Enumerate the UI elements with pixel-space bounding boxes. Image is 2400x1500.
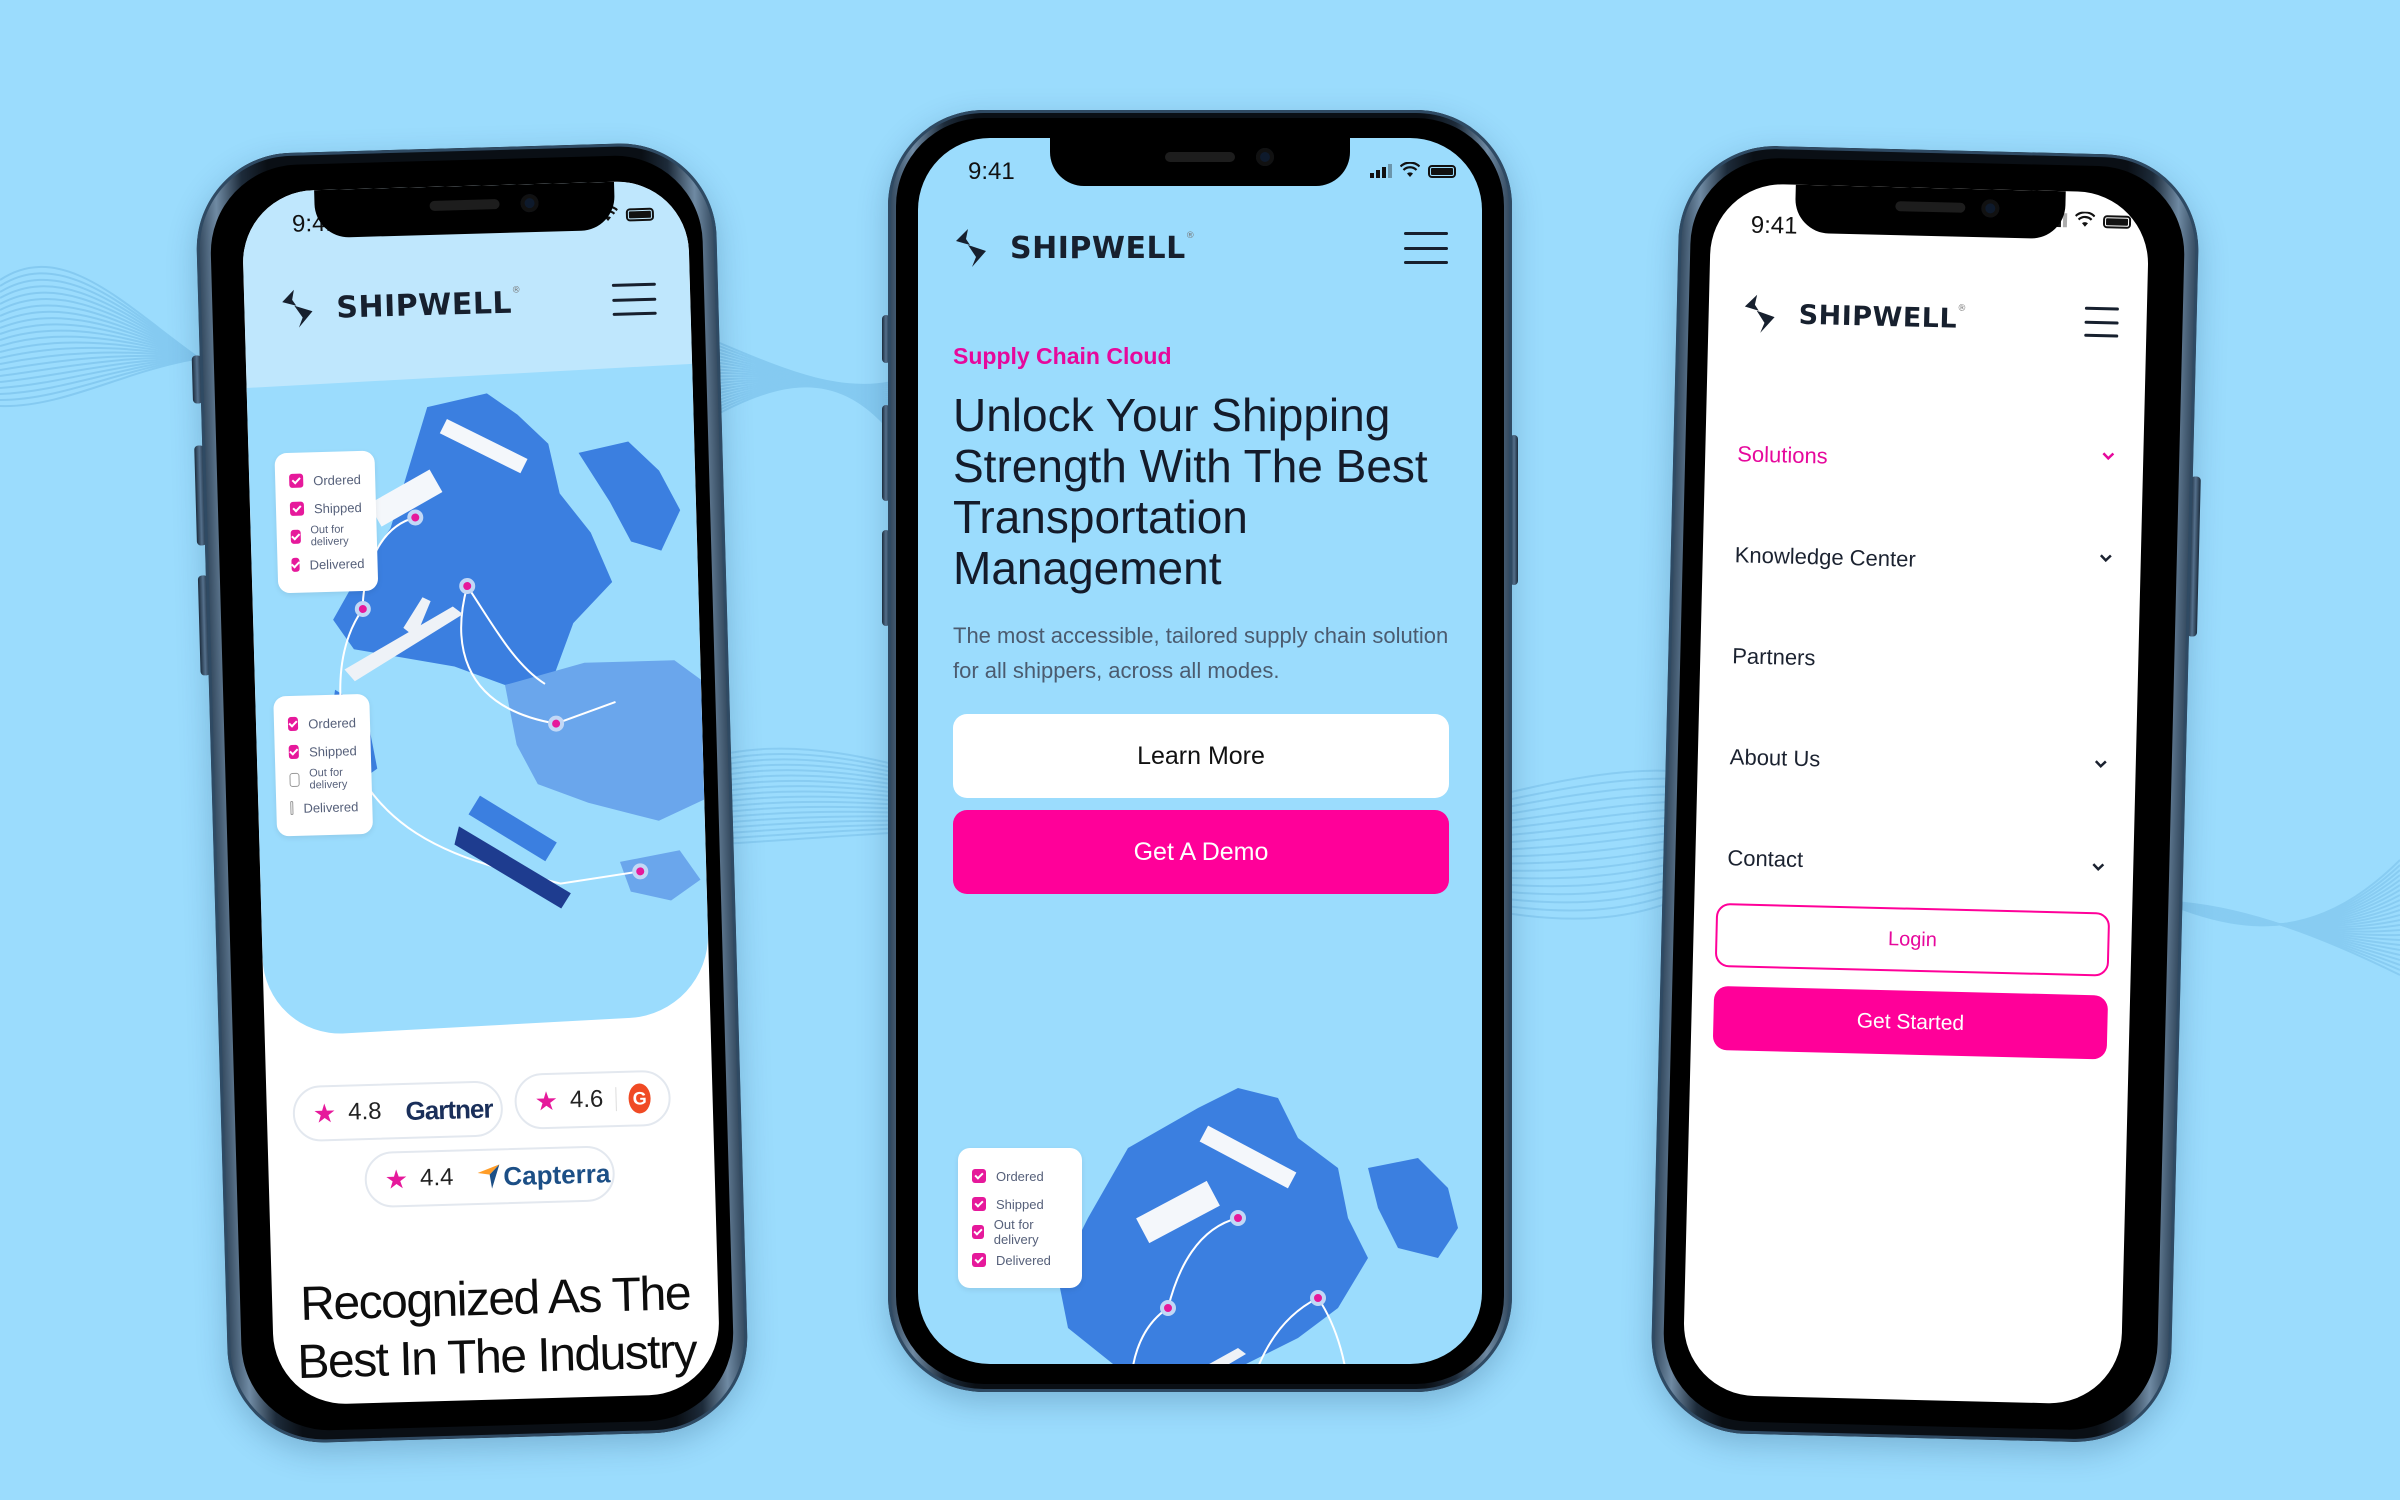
checkbox-checked-icon — [972, 1169, 986, 1183]
rating-score: 4.6 — [569, 1085, 604, 1114]
hero-eyebrow: Supply Chain Cloud — [953, 343, 1172, 369]
hero-subtitle: The most accessible, tailored supply cha… — [953, 623, 1449, 683]
status-time: 9:41 — [1750, 211, 1798, 240]
hamburger-menu-icon[interactable] — [2084, 306, 2119, 338]
site-header: SHIPWELL® — [243, 248, 692, 360]
battery-icon — [625, 207, 655, 222]
phone-screen: 9:41 SHIPWELL® Supply Chain Cloud Unlock… — [918, 138, 1482, 1364]
capterra-logo: Capterra — [477, 1158, 611, 1193]
checkbox-checked-icon — [972, 1225, 984, 1239]
recognition-heading: Recognized As The Best In The Industry — [296, 1267, 697, 1390]
hamburger-menu-icon[interactable] — [1404, 232, 1448, 264]
hero-title: Unlock Your Shipping Strength With The B… — [953, 389, 1428, 594]
checkbox-checked-icon — [288, 744, 300, 760]
battery-icon — [2102, 215, 2132, 229]
shipwell-logo[interactable]: SHIPWELL® — [1740, 290, 1967, 342]
hamburger-menu-icon[interactable] — [611, 282, 657, 316]
tracking-card: Ordered Shipped Out for delivery Deliver… — [958, 1148, 1082, 1288]
battery-icon — [1428, 165, 1456, 178]
checkbox-checked-icon — [289, 473, 304, 488]
rating-score: 4.8 — [347, 1097, 382, 1126]
get-a-demo-button[interactable]: Get A Demo — [953, 810, 1449, 894]
checkbox-unchecked-icon — [289, 772, 300, 788]
tracking-step: Out for delivery — [290, 521, 363, 551]
rating-score: 4.4 — [419, 1163, 454, 1192]
rating-badge-gartner[interactable]: ★ 4.8 Gartner — [292, 1080, 504, 1143]
tracking-step: Ordered — [287, 708, 357, 738]
chevron-down-icon — [2092, 862, 2105, 871]
nav-item-knowledge-center[interactable]: Knowledge Center — [1734, 504, 2114, 614]
tracking-step: Ordered — [972, 1162, 1068, 1190]
route-marker — [1310, 1290, 1326, 1306]
site-header: SHIPWELL® — [1707, 263, 2147, 374]
nav-item-contact[interactable]: Contact — [1726, 807, 2106, 917]
checkbox-checked-icon — [287, 716, 299, 732]
login-button[interactable]: Login — [1714, 902, 2111, 977]
checkbox-checked-icon — [972, 1253, 986, 1267]
chevron-down-icon — [2094, 759, 2107, 768]
tracking-step: Shipped — [289, 493, 363, 523]
tracking-step: Delivered — [972, 1246, 1068, 1274]
nav-item-about-us[interactable]: About Us — [1729, 706, 2109, 816]
shipwell-logo-icon — [282, 289, 313, 328]
chevron-down-icon — [2102, 451, 2115, 460]
wifi-icon — [2074, 211, 2096, 227]
checkbox-checked-icon — [972, 1197, 986, 1211]
star-icon: ★ — [534, 1085, 559, 1116]
star-icon: ★ — [312, 1097, 337, 1129]
map-illustration — [1058, 1088, 1458, 1364]
logo-wordmark: SHIPWELL® — [1798, 299, 1968, 335]
notch — [1050, 138, 1350, 186]
cargo-ship-illustration — [454, 795, 571, 909]
route-marker — [1160, 1300, 1176, 1316]
route-marker — [1230, 1210, 1246, 1226]
notch — [1794, 184, 2066, 240]
rating-badge-g2[interactable]: ★ 4.6 G — [513, 1069, 672, 1130]
phone-screen: 9:41 SHIPWELL® Ordered Shipped Out for d… — [241, 179, 721, 1406]
tracking-card: Ordered Shipped Out for delivery Deliver… — [274, 450, 379, 594]
tracking-step: Out for delivery — [289, 764, 358, 794]
tracking-step: Delivered — [290, 792, 359, 822]
europe-asia-map — [504, 660, 705, 901]
logo-wordmark: SHIPWELL® — [335, 284, 522, 326]
logo-wordmark: SHIPWELL® — [1010, 230, 1196, 266]
cellular-signal-icon — [1370, 164, 1392, 178]
ratings-row: ★ 4.8 Gartner ★ 4.6 G ★ 4.4 Capterra — [286, 1069, 692, 1209]
notch — [314, 181, 616, 239]
star-icon: ★ — [384, 1163, 409, 1195]
phone-left: 9:41 SHIPWELL® Ordered Shipped Out for d… — [191, 140, 750, 1446]
gartner-logo: Gartner — [405, 1093, 493, 1126]
nav-menu: Solutions Knowledge Center Partners Abou… — [1726, 403, 2116, 917]
phone-middle: 9:41 SHIPWELL® Supply Chain Cloud Unlock… — [882, 110, 1518, 1392]
tracking-step: Shipped — [288, 736, 357, 766]
checkbox-checked-icon — [289, 501, 305, 516]
tracking-step: Delivered — [291, 549, 365, 579]
shipwell-logo-icon — [956, 229, 986, 267]
nav-item-partners[interactable]: Partners — [1731, 605, 2111, 715]
greenland-map — [1368, 1158, 1458, 1258]
chevron-down-icon — [2099, 553, 2112, 562]
tracking-step: Shipped — [972, 1190, 1068, 1218]
nav-item-solutions[interactable]: Solutions — [1736, 403, 2116, 513]
shipwell-logo[interactable]: SHIPWELL® — [278, 279, 522, 332]
shipwell-logo-icon — [1744, 294, 1775, 333]
tracking-step: Out for delivery — [972, 1217, 1068, 1247]
phone-screen: 9:41 SHIPWELL® Solutions Knowledge Cente… — [1682, 182, 2150, 1405]
phone-right: 9:41 SHIPWELL® Solutions Knowledge Cente… — [1649, 143, 2201, 1445]
site-header: SHIPWELL® — [918, 198, 1482, 298]
tracking-step: Ordered — [289, 465, 362, 495]
checkbox-checked-icon — [290, 529, 301, 544]
g2-logo-icon: G — [628, 1083, 652, 1114]
tracking-card: Ordered Shipped Out for delivery Deliver… — [273, 693, 374, 837]
learn-more-button[interactable]: Learn More — [953, 714, 1449, 798]
status-time: 9:41 — [968, 158, 1015, 185]
checkbox-unchecked-icon — [290, 800, 294, 816]
checkbox-checked-icon — [291, 557, 300, 572]
get-started-button[interactable]: Get Started — [1712, 985, 2109, 1060]
shipwell-logo[interactable]: SHIPWELL® — [952, 225, 1195, 271]
capterra-arrow-icon — [477, 1164, 500, 1189]
wifi-icon — [1400, 162, 1420, 177]
rating-badge-capterra[interactable]: ★ 4.4 Capterra — [363, 1145, 616, 1209]
